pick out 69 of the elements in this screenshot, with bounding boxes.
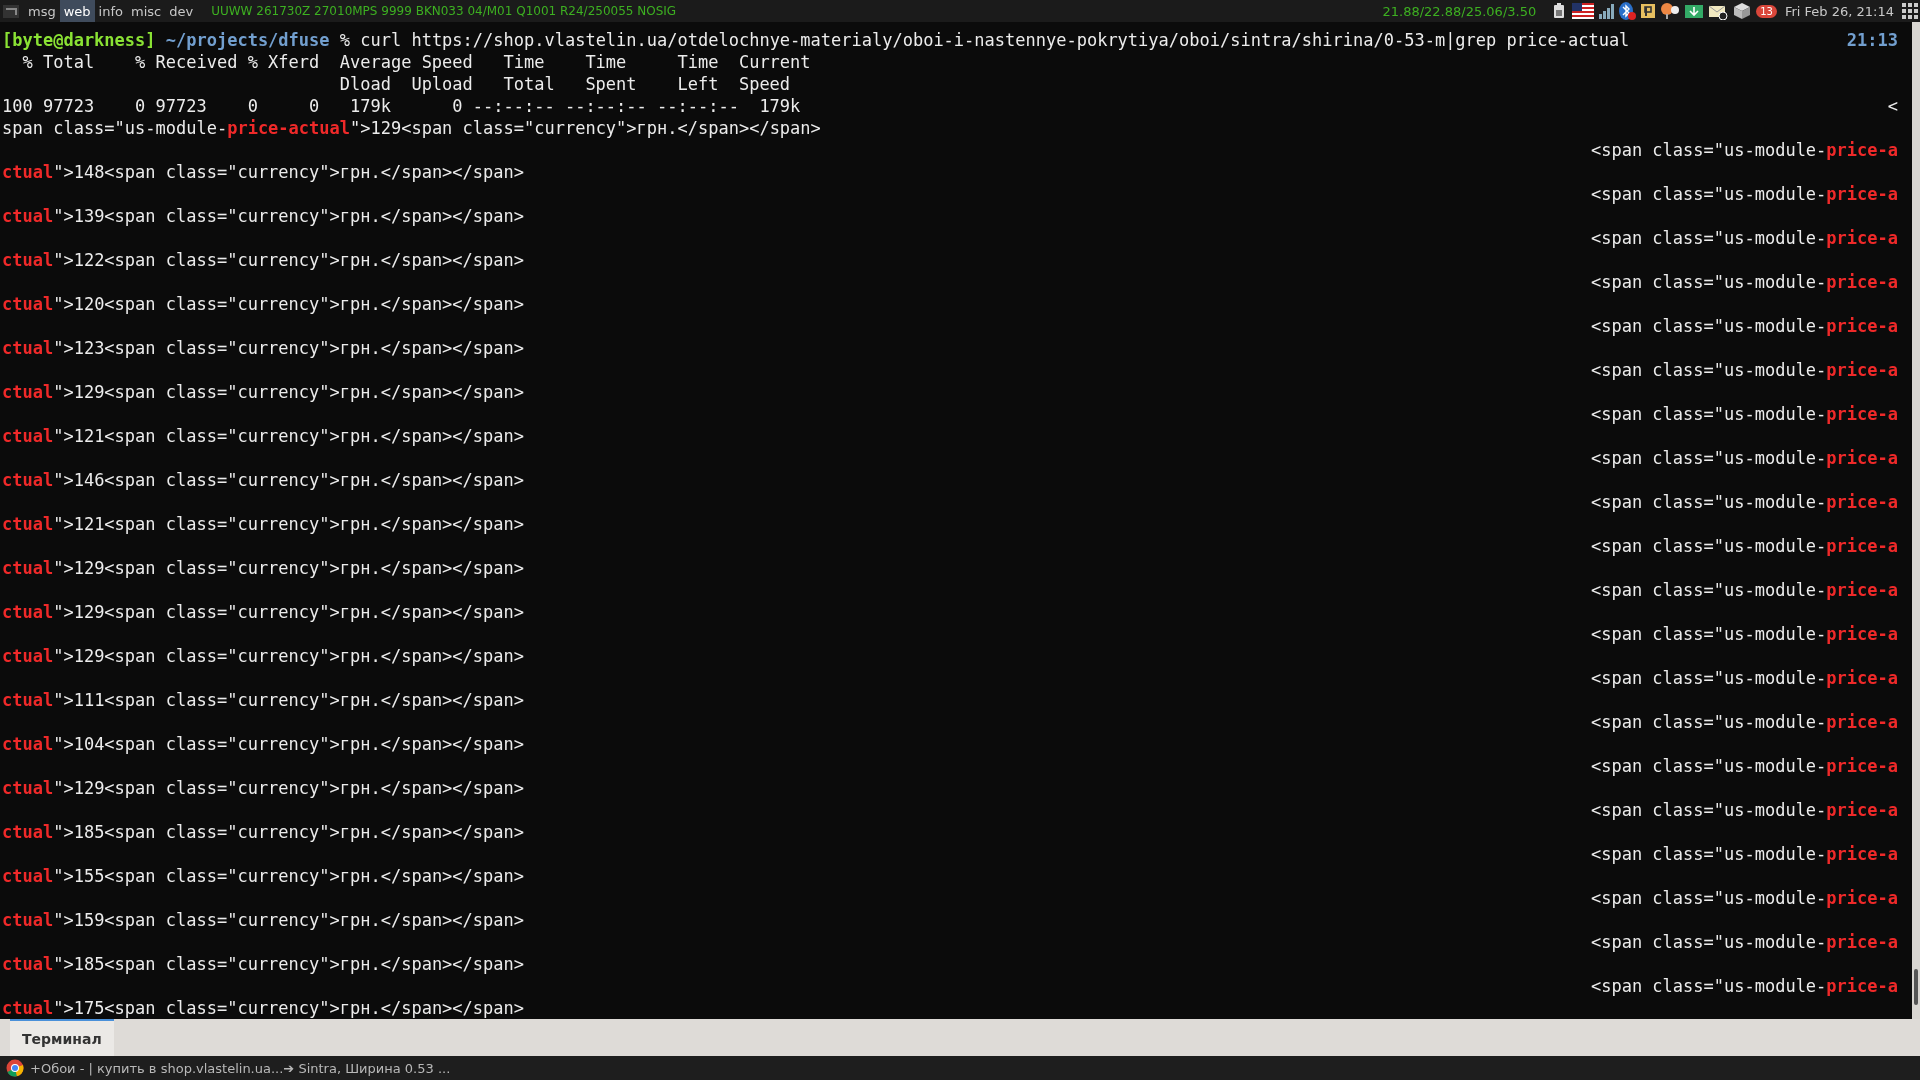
terminal-line: ctual">122<span class="currency">грн.</span></span>: [2, 249, 524, 271]
terminal-line: <span class="us-module-price-a: [1590, 447, 1898, 469]
window-title[interactable]: +Обои - | купить в shop.vlastelin.ua...➔ Sintra, Ширина 0.53 ...: [30, 1060, 451, 1076]
terminal-line: ctual">129<span class="currency">грн.</span></span>: [2, 601, 524, 623]
terminal-line: <span class="us-module-price-a: [1590, 359, 1898, 381]
flag-icon[interactable]: [1572, 3, 1595, 19]
terminal-line: ctual">129<span class="currency">грн.</span></span>: [2, 557, 524, 579]
terminal-line: <span class="us-module-price-a: [1590, 271, 1898, 293]
workspace-tab[interactable]: msg: [24, 0, 60, 22]
terminal-line: <span class="us-module-price-a: [1590, 755, 1898, 777]
terminal-line: <span class="us-module-price-a: [1590, 139, 1898, 161]
terminal-line: <span class="us-module-price-a: [1590, 711, 1898, 733]
terminal-line: Dload Upload Total Spent Left Speed: [338, 73, 791, 95]
download-icon[interactable]: [1684, 3, 1705, 19]
load-average: 21.88/22.88/25.06/3.50: [1382, 3, 1537, 19]
terminal-line: [byte@darkness] ~/projects/dfuse % curl https://shop.vlastelin.ua/otdelochnye-materialy/oboi-i-nastennye-pokrytiya/oboi/sintra/shirina/0-53-m|grep price-actual: [2, 29, 1630, 51]
terminal-line: ctual">148<span class="currency">грн.</span></span>: [2, 161, 524, 183]
workspace-tab[interactable]: misc: [127, 0, 166, 22]
clock: Fri Feb 26, 21:14: [1784, 3, 1894, 19]
terminal-line: ctual">139<span class="currency">грн.</span></span>: [2, 205, 524, 227]
terminal-line: <span class="us-module-price-a: [1590, 579, 1898, 601]
terminal-line: <span class="us-module-price-a: [1590, 843, 1898, 865]
terminal-line: ctual">120<span class="currency">грн.</span></span>: [2, 293, 524, 315]
grid-icon[interactable]: [1902, 3, 1918, 19]
terminal-line: <span class="us-module-price-a: [1590, 667, 1898, 689]
balloon-icon[interactable]: [1660, 2, 1681, 20]
terminal-line: % Total % Received % Xferd Average Speed Time Time Time Current: [21, 51, 811, 73]
bluetooth-icon[interactable]: [1618, 2, 1637, 20]
terminal-line: <span class="us-module-price-a: [1590, 183, 1898, 205]
browser-icon[interactable]: [6, 1059, 24, 1077]
terminal-line: ctual">121<span class="currency">грн.</span></span>: [2, 513, 524, 535]
terminal-line: <span class="us-module-price-a: [1590, 887, 1898, 909]
menu-logo-icon[interactable]: [2, 2, 20, 20]
terminal-line: ctual">146<span class="currency">грн.</span></span>: [2, 469, 524, 491]
signal-icon[interactable]: [1598, 3, 1615, 19]
terminal-tab[interactable]: Терминал: [10, 1019, 114, 1056]
terminal-line: ctual">155<span class="currency">грн.</span></span>: [2, 865, 524, 887]
terminal-line: span class="us-module-price-actual">129<span class="currency">грн.</span></span>: [2, 117, 821, 139]
terminal-line: ctual">175<span class="currency">грн.</span></span>: [2, 997, 524, 1019]
terminal-line: ctual">129<span class="currency">грн.</span></span>: [2, 381, 524, 403]
terminal-line: ctual">159<span class="currency">грн.</span></span>: [2, 909, 524, 931]
terminal-line: <span class="us-module-price-a: [1590, 975, 1898, 997]
terminal-line: <span class="us-module-price-a: [1590, 535, 1898, 557]
terminal-line: <span class="us-module-price-a: [1590, 491, 1898, 513]
workspace-tab[interactable]: dev: [165, 0, 198, 22]
terminal-line: <span class="us-module-price-a: [1590, 623, 1898, 645]
terminal-line: <span class="us-module-price-a: [1590, 931, 1898, 953]
terminal-line: ctual">123<span class="currency">грн.</span></span>: [2, 337, 524, 359]
workspace-tab[interactable]: info: [94, 0, 127, 22]
scrollbar[interactable]: [1912, 22, 1920, 1019]
terminal-line: <span class="us-module-price-a: [1590, 315, 1898, 337]
terminal-line: ctual">185<span class="currency">грн.</span></span>: [2, 953, 524, 975]
terminal-line: 21:13: [1846, 29, 1898, 51]
notification-badge[interactable]: 13: [1756, 4, 1777, 18]
terminal-line: 100 97723 0 97723 0 0 179k 0 --:--:-- --:--:-- --:--:-- 179k: [2, 95, 801, 117]
terminal-line: <span class="us-module-price-a: [1590, 403, 1898, 425]
box-icon[interactable]: [1732, 2, 1753, 20]
terminal-line: ctual">104<span class="currency">грн.</span></span>: [2, 733, 524, 755]
terminal-line: ctual">121<span class="currency">грн.</span></span>: [2, 425, 524, 447]
weather-report: UUWW 261730Z 27010MPS 9999 BKN033 04/M01 Q1001 R24/250055 NOSIG: [211, 4, 677, 18]
terminal-line: ctual">185<span class="currency">грн.</span></span>: [2, 821, 524, 843]
terminal-line: <span class="us-module-price-a: [1590, 799, 1898, 821]
terminal-line: ctual">129<span class="currency">грн.</span></span>: [2, 645, 524, 667]
terminal-line: <: [1887, 95, 1898, 117]
terminal-line: <span class="us-module-price-a: [1590, 227, 1898, 249]
parking-icon[interactable]: [1640, 3, 1657, 19]
workspace-tab[interactable]: web: [59, 0, 95, 22]
terminal-line: ctual">111<span class="currency">грн.</span></span>: [2, 689, 524, 711]
terminal-line: ctual">129<span class="currency">грн.</span></span>: [2, 777, 524, 799]
